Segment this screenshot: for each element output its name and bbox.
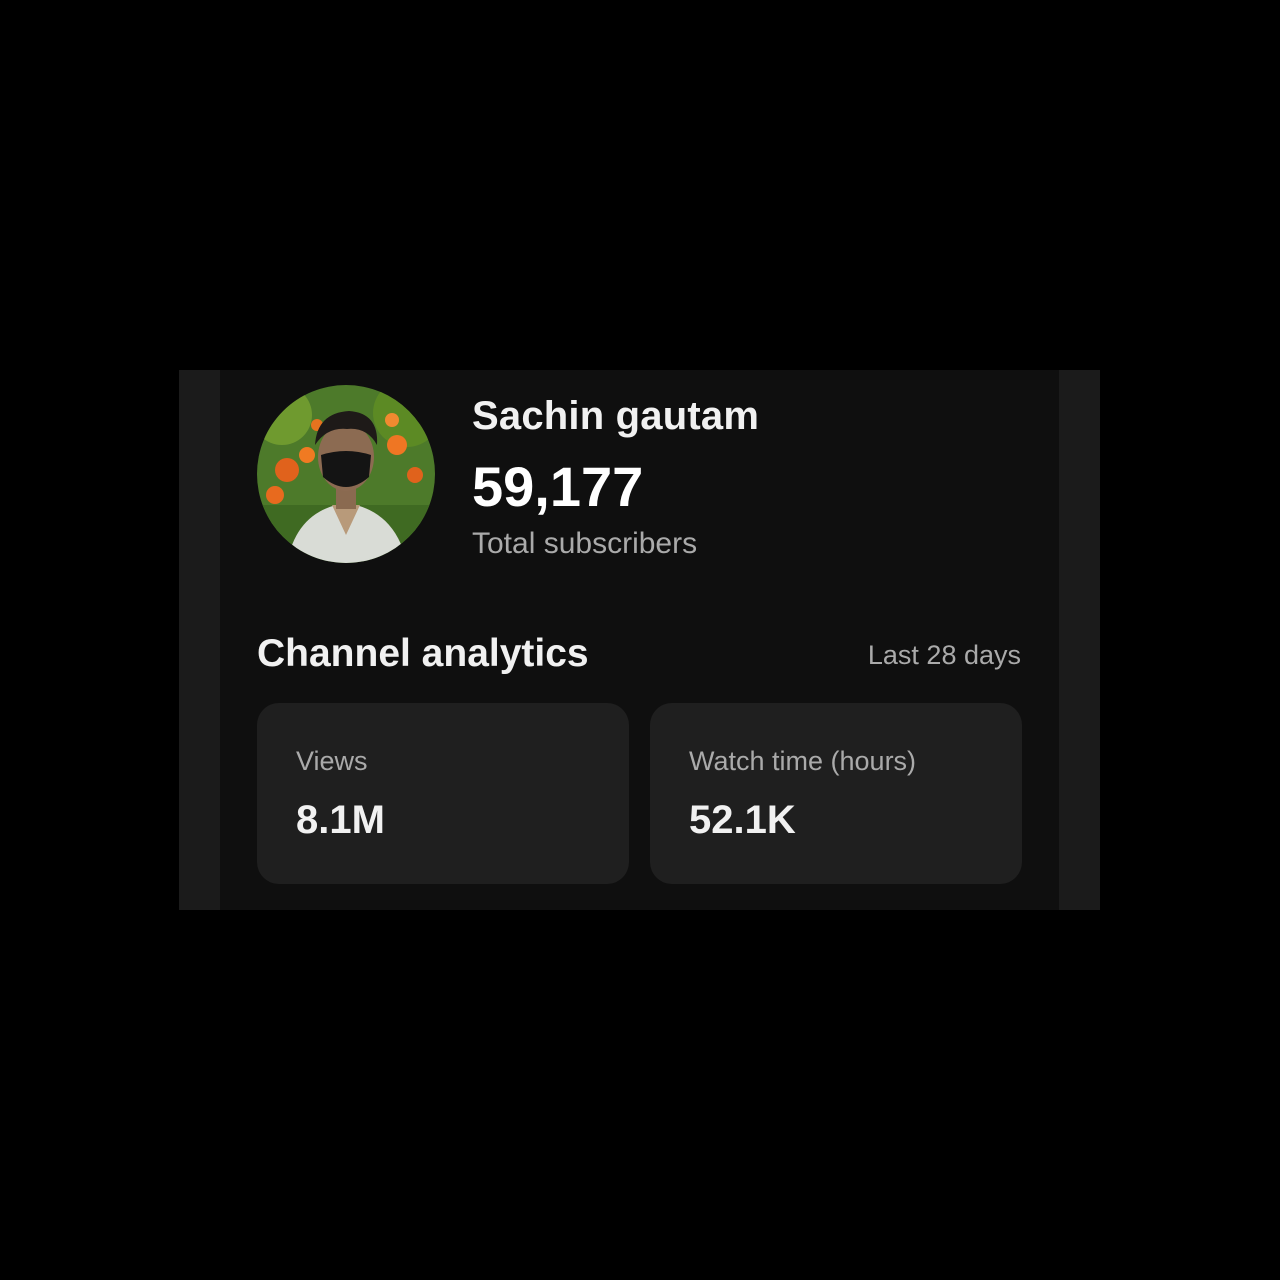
screenshot-frame: Sachin gautam 59,177 Total subscribers C… [179,370,1100,910]
watch-time-label: Watch time (hours) [689,746,917,776]
subscriber-count: 59,177 [472,455,644,518]
watch-time-value: 52.1K [689,798,796,842]
channel-avatar[interactable] [257,385,435,563]
analytics-period: Last 28 days [867,640,1021,670]
avatar-photo-icon [257,385,435,563]
analytics-title: Channel analytics [257,632,589,675]
views-value: 8.1M [296,798,385,842]
channel-dashboard-panel: Sachin gautam 59,177 Total subscribers C… [220,370,1059,910]
views-label: Views [296,746,368,776]
subscriber-label: Total subscribers [472,527,698,560]
channel-name: Sachin gautam [472,394,760,438]
views-card[interactable]: Views 8.1M [257,703,629,884]
watch-time-card[interactable]: Watch time (hours) 52.1K [650,703,1022,884]
